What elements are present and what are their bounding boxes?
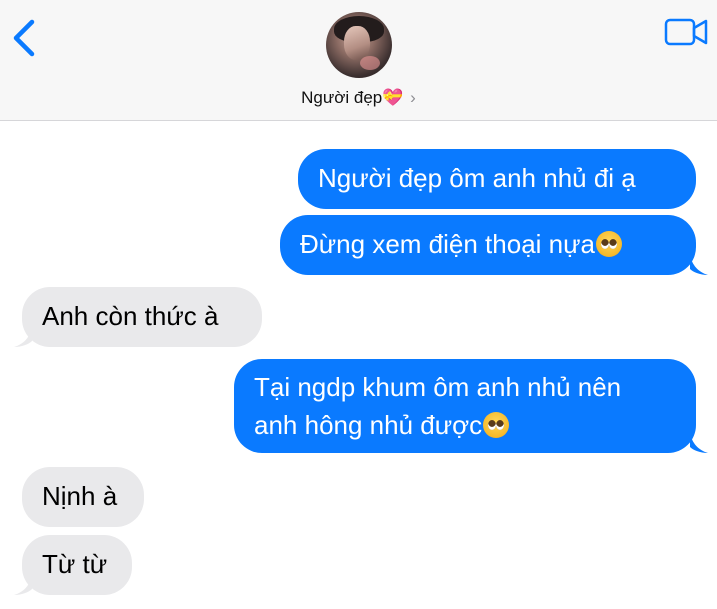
imessage-conversation-screen: Người đẹp💝 › Người đẹp ôm anh nhủ đi ạ Đ… (0, 0, 717, 609)
message-bubble-sent[interactable]: Tại ngdp khum ôm anh nhủ nên anh hông nh… (234, 359, 696, 453)
message-text: Đừng xem điện thoại nựa (300, 229, 595, 259)
status-battery (633, 0, 713, 4)
message-bubble-received[interactable]: Nịnh à (22, 467, 144, 527)
message-text: Anh còn thức à (42, 301, 219, 331)
contact-avatar[interactable] (326, 12, 392, 78)
chevron-left-icon (13, 19, 35, 57)
chevron-right-icon: › (410, 88, 416, 107)
bubble-tail-received (14, 327, 32, 347)
avatar-face (344, 26, 370, 60)
message-bubble-received[interactable]: Từ từ (22, 535, 132, 595)
contact-name-button[interactable]: Người đẹp💝 › (0, 88, 717, 108)
message-text-line: Tại ngdp khum ôm anh nhủ nên (254, 372, 622, 402)
bubble-tail-sent (690, 255, 708, 275)
message-text: Nịnh à (42, 481, 118, 511)
message-text: Từ từ (42, 549, 108, 579)
bubble-tail-received (14, 575, 32, 595)
message-bubble-sent[interactable]: Người đẹp ôm anh nhủ đi ạ (298, 149, 696, 209)
back-button[interactable] (10, 18, 40, 58)
message-text: Người đẹp ôm anh nhủ đi ạ (318, 163, 636, 193)
facetime-video-button[interactable] (664, 17, 708, 47)
pleading-face-icon (483, 412, 510, 438)
message-text-line-2: anh hông nhủ được (254, 406, 676, 444)
video-camera-icon (664, 18, 708, 46)
bubble-tail-sent (690, 433, 708, 453)
contact-name-label: Người đẹp💝 (301, 88, 404, 107)
avatar-glow (360, 56, 380, 70)
message-bubble-received[interactable]: Anh còn thức à (22, 287, 262, 347)
message-text: anh hông nhủ được (254, 410, 483, 440)
message-thread[interactable]: Người đẹp ôm anh nhủ đi ạ Đừng xem điện … (0, 121, 717, 609)
message-bubble-sent[interactable]: Đừng xem điện thoại nựa (280, 215, 696, 275)
conversation-header: Người đẹp💝 › (0, 0, 717, 121)
pleading-face-icon (595, 231, 622, 257)
